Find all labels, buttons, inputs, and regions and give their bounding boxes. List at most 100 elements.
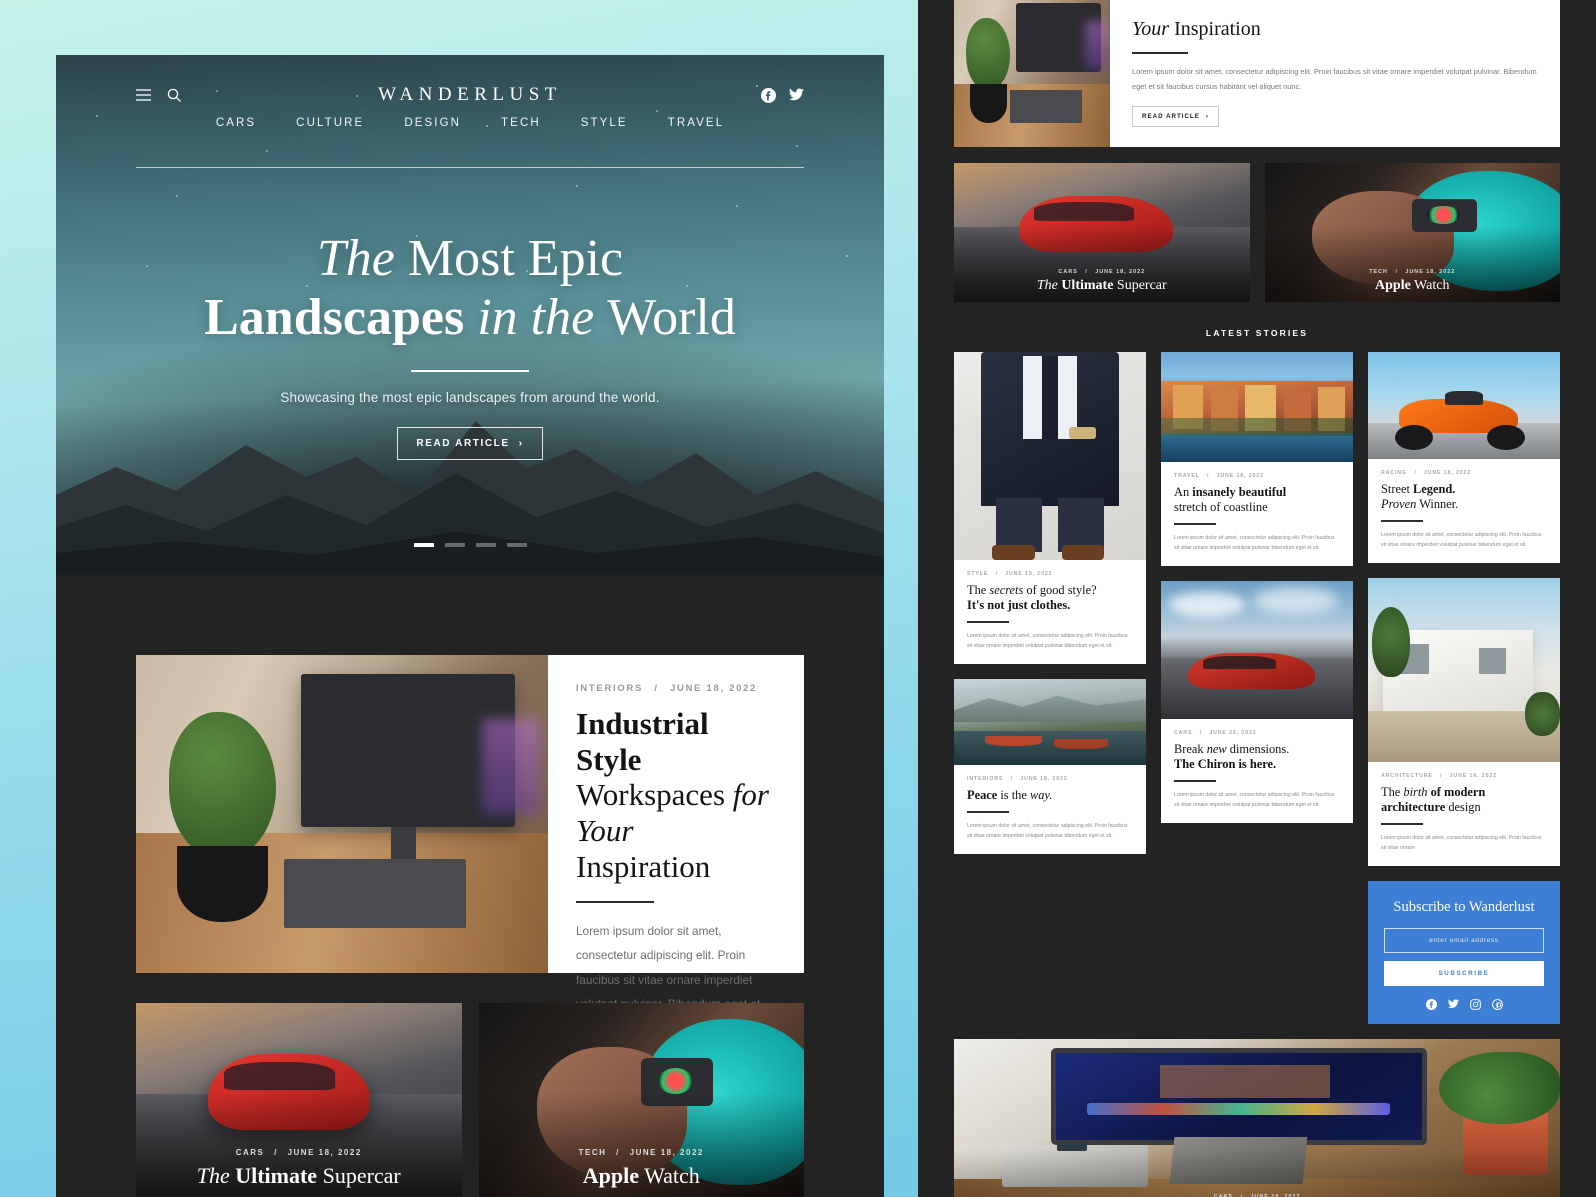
story-divider xyxy=(967,811,1009,813)
story-title-b: is the xyxy=(997,788,1030,803)
story-title-c-italic: Proven xyxy=(1381,497,1417,512)
hero-subtitle: Showcasing the most epic landscapes from… xyxy=(280,389,660,405)
rp-card-meta: TECH / JUNE 18, 2022 xyxy=(1265,269,1561,275)
story-divider xyxy=(1174,523,1216,525)
hero-carousel-dots xyxy=(56,543,884,547)
chevron-right-icon: › xyxy=(518,437,524,449)
story-date: JUNE 18, 2022 xyxy=(1423,470,1472,476)
subscribe-social-links xyxy=(1384,999,1544,1011)
hero-title: The Most Epic Landscapes in the World xyxy=(56,230,884,348)
story-image-modern-villa xyxy=(1368,578,1560,763)
subscribe-widget: Subscribe to Wanderlust SUBSCRIBE xyxy=(1368,881,1560,1025)
story-title: Street Legend. Proven Winner. xyxy=(1381,482,1547,512)
carousel-dot-2[interactable] xyxy=(444,543,465,547)
story-body: INTERIORS / JUNE 18, 2022 Peace is the w… xyxy=(954,765,1146,854)
stories-column-1: STYLE / JUNE 19, 2022 The secrets of goo… xyxy=(954,352,1146,854)
hero-title-the: The xyxy=(316,230,395,287)
story-title-c-bold: architecture xyxy=(1381,800,1446,815)
twitter-icon[interactable] xyxy=(789,88,804,103)
star-speck xyxy=(96,115,98,117)
site-brand[interactable]: WANDERLUST xyxy=(378,84,562,106)
carousel-dot-3[interactable] xyxy=(475,543,496,547)
story-meta: CARS / JUNE 20, 2022 xyxy=(1174,730,1340,736)
featured-title-bold: Industrial Style xyxy=(576,706,709,777)
subscribe-button[interactable]: SUBSCRIBE xyxy=(1384,961,1544,987)
story-title-a: The xyxy=(1381,785,1404,800)
story-excerpt: Lorem ipsum dolor sit amet, consectetur … xyxy=(1174,791,1335,808)
carousel-dot-1[interactable] xyxy=(413,543,434,547)
star-speck xyxy=(576,185,578,187)
story-divider xyxy=(1174,780,1216,782)
story-category: ARCHITECTURE xyxy=(1381,773,1433,780)
rp-featured-title-end: Inspiration xyxy=(1169,18,1261,41)
facebook-icon[interactable] xyxy=(761,87,776,103)
rp-card-ultimate-supercar[interactable]: CARS / JUNE 18, 2022 The Ultimate Superc… xyxy=(954,163,1250,302)
story-card-racing[interactable]: RACING / JUNE 18, 2022 Street Legend. Pro… xyxy=(1368,352,1560,564)
story-category: INTERIORS xyxy=(967,776,1004,783)
meta-separator: / xyxy=(995,571,998,577)
story-card-style[interactable]: STYLE / JUNE 19, 2022 The secrets of goo… xyxy=(954,352,1146,665)
hamburger-icon[interactable] xyxy=(136,89,151,101)
story-meta: ARCHITECTURE / JUNE 18, 2022 xyxy=(1381,773,1547,779)
nav-item-style[interactable]: STYLE xyxy=(581,117,628,129)
nav-item-travel[interactable]: TRAVEL xyxy=(668,117,724,129)
nav-item-design[interactable]: DESIGN xyxy=(404,117,461,129)
nav-item-cars[interactable]: CARS xyxy=(216,117,256,129)
featured-title-for: for xyxy=(732,777,769,813)
hero-read-article-button[interactable]: READ ARTICLE › xyxy=(397,426,543,460)
rp-card-title: The Ultimate Supercar xyxy=(954,278,1250,294)
story-divider xyxy=(967,621,1009,623)
story-title-i: birth xyxy=(1403,785,1428,800)
story-divider xyxy=(1381,520,1423,522)
carousel-dot-4[interactable] xyxy=(506,543,527,547)
rp-featured-article-card[interactable]: Your Inspiration Lorem ipsum dolor sit a… xyxy=(954,0,1560,147)
rp-featured-article-body: Your Inspiration Lorem ipsum dolor sit a… xyxy=(1110,0,1560,147)
story-body: TRAVEL / JUNE 18, 2022 An insanely beaut… xyxy=(1161,462,1353,566)
story-card-interiors[interactable]: INTERIORS / JUNE 18, 2022 Peace is the w… xyxy=(954,679,1146,854)
star-speck xyxy=(176,195,178,197)
story-card-cars[interactable]: CARS / JUNE 20, 2022 Break new dimension… xyxy=(1161,581,1353,824)
card-category: CARS xyxy=(235,1148,265,1157)
story-excerpt: Lorem ipsum dolor sit amet, consectetur … xyxy=(1174,534,1335,551)
subscribe-email-input[interactable] xyxy=(1384,928,1544,954)
story-body: CARS / JUNE 20, 2022 Break new dimension… xyxy=(1161,719,1353,823)
rp-card-title: Apple Watch xyxy=(1265,278,1561,294)
story-title: An insanely beautiful stretch of coastlin… xyxy=(1174,485,1340,515)
story-card-travel[interactable]: TRAVEL / JUNE 18, 2022 An insanely beaut… xyxy=(1161,352,1353,567)
story-date: JUNE 20, 2022 xyxy=(1209,730,1257,737)
rp-featured-read-article-button[interactable]: READ ARTICLE › xyxy=(1132,105,1219,127)
search-icon[interactable] xyxy=(167,88,181,102)
story-body: ARCHITECTURE / JUNE 18, 2022 The birth o… xyxy=(1368,762,1560,866)
right-preview-panel: Your Inspiration Lorem ipsum dolor sit a… xyxy=(918,0,1596,1197)
media-card-mac-studio[interactable]: CARS / JUNE 18, 2022 Mac Studio xyxy=(954,1039,1560,1197)
nav-divider xyxy=(136,167,804,168)
nav-item-culture[interactable]: CULTURE xyxy=(296,117,364,129)
story-excerpt: Lorem ipsum dolor sit amet, consectetur … xyxy=(967,822,1128,839)
stories-column-2: TRAVEL / JUNE 18, 2022 An insanely beaut… xyxy=(1161,352,1353,824)
twitter-icon[interactable] xyxy=(1447,999,1459,1010)
rp-card-meta: CARS / JUNE 18, 2022 xyxy=(954,269,1250,275)
story-title-b: of modern xyxy=(1427,785,1486,800)
facebook-icon[interactable] xyxy=(1425,999,1437,1011)
rp-card-apple-watch[interactable]: TECH / JUNE 18, 2022 Apple Watch xyxy=(1264,163,1561,302)
meta-separator: / xyxy=(616,1148,620,1157)
instagram-icon[interactable] xyxy=(1469,999,1481,1010)
pinterest-icon[interactable] xyxy=(1491,999,1503,1010)
story-title-i: Peace xyxy=(967,788,998,803)
rp-featured-article-title: Your Inspiration xyxy=(1132,17,1538,41)
story-image-motorcycle xyxy=(1368,352,1560,459)
star-speck xyxy=(736,205,738,207)
story-meta: INTERIORS / JUNE 18, 2022 xyxy=(967,776,1133,782)
rp-card-date: JUNE 18, 2022 xyxy=(1405,269,1456,275)
card-meta: CARS / JUNE 18, 2022 xyxy=(136,1148,462,1157)
story-card-architecture[interactable]: ARCHITECTURE / JUNE 18, 2022 The birth o… xyxy=(1368,578,1560,867)
rp-card-title-rest: Supercar xyxy=(1113,278,1167,293)
card-ultimate-supercar[interactable]: CARS / JUNE 18, 2022 The Ultimate Superc… xyxy=(136,1003,462,1197)
card-apple-watch[interactable]: TECH / JUNE 18, 2022 Apple Watch xyxy=(478,1003,804,1197)
story-title: The secrets of good style? It's not just … xyxy=(967,583,1133,613)
featured-article-card[interactable]: INTERIORS / JUNE 18, 2022 Industrial Sty… xyxy=(136,655,804,1116)
nav-item-tech[interactable]: TECH xyxy=(501,117,541,129)
hero-title-landscapes: Landscapes xyxy=(204,288,465,346)
featured-article-title: Industrial Style Workspaces for Your Ins… xyxy=(576,706,772,884)
story-date: JUNE 18, 2022 xyxy=(1020,776,1068,783)
